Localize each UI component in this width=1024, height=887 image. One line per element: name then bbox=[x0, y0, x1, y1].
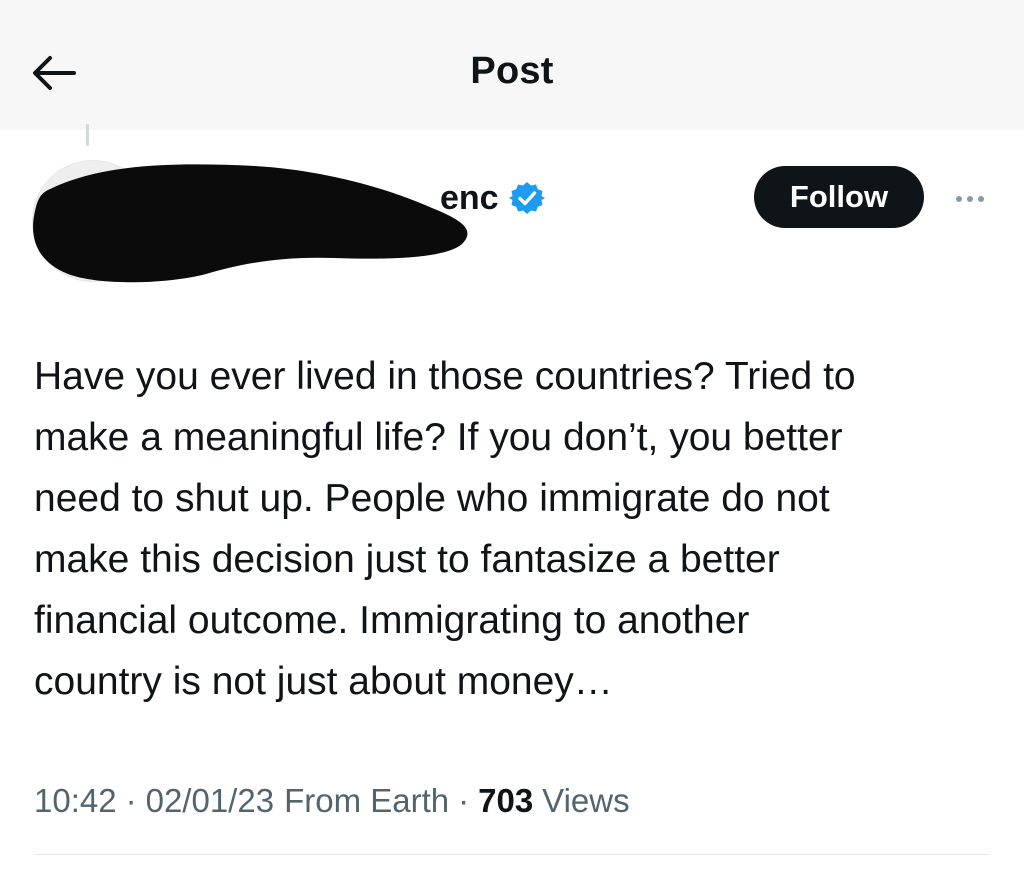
more-dots-icon bbox=[956, 196, 962, 202]
top-bar: Post bbox=[0, 0, 1024, 130]
post-time[interactable]: 10:42 bbox=[34, 782, 117, 820]
divider bbox=[34, 854, 990, 855]
meta-separator: · bbox=[125, 782, 137, 819]
redaction-scribble bbox=[33, 164, 468, 283]
thread-connector-line bbox=[86, 124, 89, 146]
post-source: From Earth bbox=[284, 782, 450, 819]
more-options-button[interactable] bbox=[948, 184, 992, 214]
post-metadata: 10:42 · 02/01/23 From Earth · 703 Views bbox=[34, 776, 630, 826]
post-text: Have you ever lived in those countries? … bbox=[34, 355, 856, 703]
follow-button[interactable]: Follow bbox=[754, 166, 924, 228]
views-count[interactable]: 703 bbox=[478, 782, 533, 820]
post-date[interactable]: 02/01/23 bbox=[146, 782, 274, 820]
views-label[interactable]: Views bbox=[542, 782, 629, 820]
meta-separator: · bbox=[458, 782, 470, 819]
author-name[interactable]: enc bbox=[440, 179, 499, 218]
author-name-row: enc bbox=[440, 176, 545, 220]
page-title: Post bbox=[470, 50, 554, 92]
verified-badge-icon bbox=[508, 182, 545, 214]
